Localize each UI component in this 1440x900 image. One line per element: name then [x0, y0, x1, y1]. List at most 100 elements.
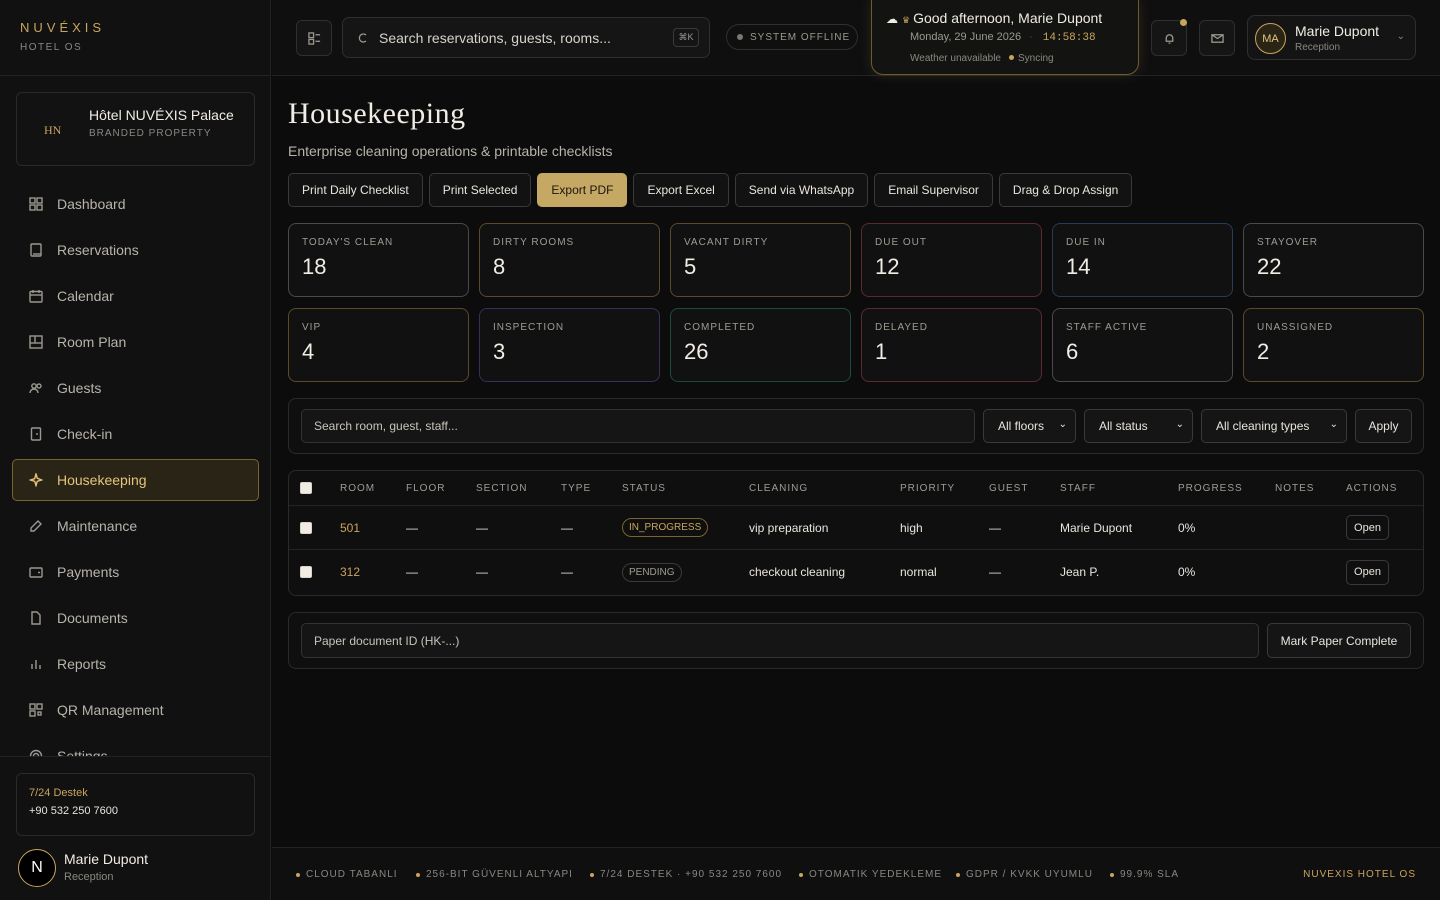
search-input[interactable]	[379, 18, 669, 57]
room-number-link[interactable]: 501	[340, 506, 360, 549]
column-header[interactable]: PRIORITY	[900, 471, 955, 505]
sidebar-item-housekeeping[interactable]: Housekeeping	[12, 459, 259, 501]
stat-value: 18	[302, 254, 327, 279]
crown-icon: ♛	[902, 15, 911, 25]
sidebar-item-reservations[interactable]: Reservations	[12, 229, 259, 271]
mark-paper-complete-button[interactable]: Mark Paper Complete	[1267, 623, 1411, 658]
column-header[interactable]: CLEANING	[749, 471, 808, 505]
page-title: Housekeeping	[288, 97, 466, 130]
cleaning-type-select-value: All cleaning types	[1216, 419, 1310, 433]
cleaning-type-select[interactable]: All cleaning types ⌄	[1201, 409, 1347, 443]
row-checkbox[interactable]	[300, 506, 312, 549]
stat-value: 6	[1066, 339, 1079, 364]
chevron-down-icon: ⌄	[1396, 31, 1405, 42]
email-supervisor-button[interactable]: Email Supervisor	[874, 173, 993, 207]
type-cell: —	[561, 520, 573, 535]
users-icon	[29, 381, 43, 395]
mail-icon	[1210, 32, 1224, 45]
sidebar-user[interactable]: N Marie Dupont Reception	[16, 847, 255, 891]
sidebar-item-room-plan[interactable]: Room Plan	[12, 321, 259, 363]
stat-card: VACANT DIRTY 5	[670, 223, 851, 297]
avatar: N	[18, 849, 56, 887]
stat-label: DIRTY ROOMS	[493, 237, 575, 248]
column-header[interactable]: ROOM	[340, 471, 375, 505]
sidebar-item-payments[interactable]: Payments	[12, 551, 259, 593]
global-search[interactable]: ⌘K	[342, 17, 710, 58]
avatar: MA	[1255, 23, 1286, 54]
export-pdf-button[interactable]: Export PDF	[537, 173, 628, 207]
brand-subtitle: HOTEL OS	[20, 42, 83, 53]
sidebar-item-dashboard[interactable]: Dashboard	[12, 183, 259, 225]
table-row[interactable]: 312 — — — PENDING checkout cleaning norm…	[289, 550, 1423, 594]
column-header[interactable]: STATUS	[622, 471, 666, 505]
footer-item-label: CLOUD TABANLI	[306, 869, 398, 880]
bullet-dot	[1110, 872, 1114, 877]
column-header[interactable]: FLOOR	[406, 471, 445, 505]
stat-label: VIP	[302, 322, 322, 333]
support-phone: +90 532 250 7600	[29, 805, 119, 817]
sidebar-item-reports[interactable]: Reports	[12, 643, 259, 685]
room-number-link[interactable]: 312	[340, 550, 360, 594]
column-header[interactable]: STAFF	[1060, 471, 1096, 505]
sidebar-item-maintenance[interactable]: Maintenance	[12, 505, 259, 547]
apply-button[interactable]: Apply	[1355, 409, 1412, 443]
stat-value: 22	[1257, 254, 1282, 279]
export-excel-button[interactable]: Export Excel	[633, 173, 729, 207]
actions-cell: Open	[1346, 550, 1389, 594]
checkbox[interactable]	[300, 482, 312, 494]
sidebar-item-guests[interactable]: Guests	[12, 367, 259, 409]
sidebar-item-calendar[interactable]: Calendar	[12, 275, 259, 317]
stat-card: UNASSIGNED 2	[1243, 308, 1424, 382]
layout-toggle-button[interactable]	[296, 20, 332, 56]
open-button[interactable]: Open	[1346, 559, 1389, 585]
status-select[interactable]: All status ⌄	[1084, 409, 1193, 443]
cloud-icon: ☁	[886, 12, 898, 26]
messages-button[interactable]	[1199, 20, 1235, 56]
footer-item: 7/24 DESTEK · +90 532 250 7600	[590, 869, 782, 880]
stat-label: DELAYED	[875, 322, 928, 333]
footer-item-label: 7/24 DESTEK · +90 532 250 7600	[600, 869, 783, 880]
drag-drop-assign-button[interactable]: Drag & Drop Assign	[998, 173, 1133, 207]
filter-search-input[interactable]	[301, 409, 975, 443]
column-header[interactable]: GUEST	[989, 471, 1028, 505]
select-all-checkbox[interactable]	[300, 471, 312, 505]
column-header[interactable]: NOTES	[1275, 471, 1314, 505]
floor-select[interactable]: All floors ⌄	[983, 409, 1076, 443]
sidebar-item-label: Room Plan	[57, 334, 127, 350]
sidebar-item-documents[interactable]: Documents	[12, 597, 259, 639]
column-header[interactable]: ACTIONS	[1346, 471, 1397, 505]
checkin-icon	[29, 427, 43, 441]
print-selected-button[interactable]: Print Selected	[428, 173, 532, 207]
filter-bar: All floors ⌄ All status ⌄ All cleaning typ…	[288, 398, 1424, 454]
property-card[interactable]: HN Hôtel NUVÉXIS Palace BRANDED PROPERTY	[16, 92, 255, 166]
column-header[interactable]: PROGRESS	[1178, 471, 1243, 505]
column-header[interactable]: SECTION	[476, 471, 527, 505]
table-header-row: ROOM FLOOR SECTION TYPE STATUS CLEANING …	[289, 471, 1423, 506]
sidebar-item-label: QR Management	[57, 702, 164, 718]
chart-icon	[29, 657, 43, 671]
table-row[interactable]: 501 — — — IN_PROGRESS vip preparation hi…	[289, 506, 1423, 550]
footer-brand: NUVEXIS HOTEL OS	[1303, 869, 1416, 880]
wallet-icon	[29, 565, 43, 579]
checkbox[interactable]	[300, 566, 312, 578]
housekeeping-table: ROOM FLOOR SECTION TYPE STATUS CLEANING …	[288, 470, 1424, 596]
checkbox[interactable]	[300, 521, 312, 534]
support-card[interactable]: 7/24 Destek +90 532 250 7600	[16, 773, 255, 836]
footer: CLOUD TABANLI 256-BIT GÜVENLI ALTYAPI 7/…	[272, 847, 1440, 900]
column-header[interactable]: TYPE	[561, 471, 591, 505]
sidebar-item-label: Maintenance	[57, 518, 138, 534]
print-daily-checklist-button[interactable]: Print Daily Checklist	[288, 173, 423, 207]
stat-value: 2	[1257, 339, 1270, 364]
sidebar-item-check-in[interactable]: Check-in	[12, 413, 259, 455]
footer-item-label: 256-BIT GÜVENLI ALTYAPI	[426, 869, 573, 880]
sidebar-item-qr-management[interactable]: QR Management	[12, 689, 259, 731]
open-button[interactable]: Open	[1346, 515, 1389, 540]
row-checkbox[interactable]	[300, 550, 312, 594]
support-title: 7/24 Destek	[29, 787, 88, 799]
user-profile-menu[interactable]: MA Marie Dupont Reception ⌄	[1247, 15, 1416, 60]
cleaning-cell: vip preparation	[749, 520, 829, 535]
paper-document-id-input[interactable]	[301, 623, 1259, 658]
sidebar-item-settings[interactable]: Settings	[12, 735, 259, 756]
sidebar-item-label: Check-in	[57, 426, 113, 442]
send-whatsapp-button[interactable]: Send via WhatsApp	[734, 173, 869, 207]
